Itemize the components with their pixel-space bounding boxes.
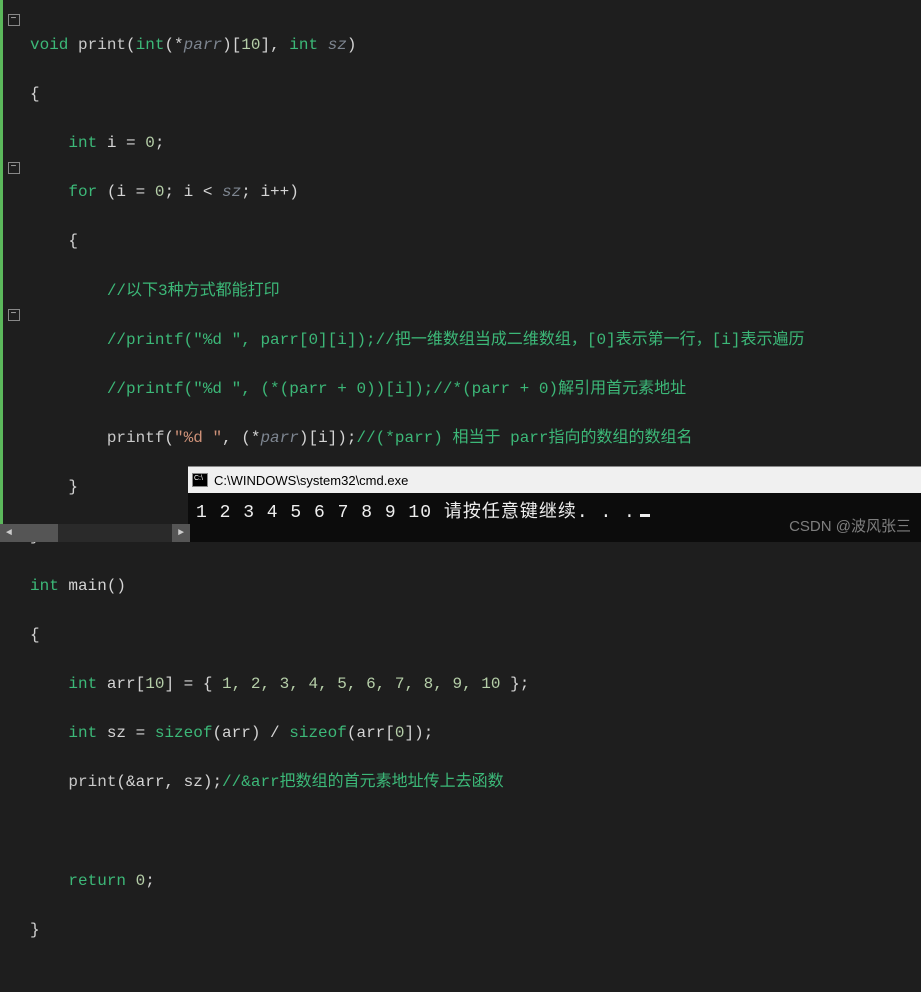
param-sz: sz [328, 36, 347, 54]
scroll-thumb[interactable] [18, 524, 58, 542]
printf-call: printf [107, 429, 165, 447]
array-init: 1, 2, 3, 4, 5, 6, 7, 8, 9, 10 [222, 675, 500, 693]
cmd-icon [192, 473, 208, 487]
fold-gutter: − − − [0, 0, 24, 542]
cursor [640, 514, 650, 517]
keyword-return: return [68, 872, 126, 890]
scroll-right-arrow[interactable]: ► [172, 524, 190, 542]
fold-toggle[interactable]: − [8, 309, 20, 321]
code-area[interactable]: void print(int(*parr)[10], int sz) { int… [24, 0, 921, 542]
format-string: "%d " [174, 429, 222, 447]
code-editor: − − − void print(int(*parr)[10], int sz)… [0, 0, 921, 542]
watermark: CSDN @波风张三 [789, 515, 911, 536]
scroll-track[interactable] [18, 524, 172, 542]
console-titlebar[interactable]: C:\WINDOWS\system32\cmd.exe [188, 467, 921, 493]
func-name: print [78, 36, 126, 54]
keyword-for: for [68, 183, 97, 201]
horizontal-scrollbar[interactable]: ◄ ► [0, 524, 190, 542]
console-title: C:\WINDOWS\system32\cmd.exe [214, 473, 408, 488]
scroll-left-arrow[interactable]: ◄ [0, 524, 18, 542]
fold-toggle[interactable]: − [8, 14, 20, 26]
comment: //以下3种方式都能打印 [30, 282, 280, 300]
keyword-int: int [30, 577, 59, 595]
func-main: main() [59, 577, 126, 595]
param-parr: parr [184, 36, 222, 54]
sizeof: sizeof [155, 724, 213, 742]
fold-toggle[interactable]: − [8, 162, 20, 174]
keyword-void: void [30, 36, 68, 54]
output-text: 1 2 3 4 5 6 7 8 9 10 请按任意键继续. . . [196, 503, 636, 523]
